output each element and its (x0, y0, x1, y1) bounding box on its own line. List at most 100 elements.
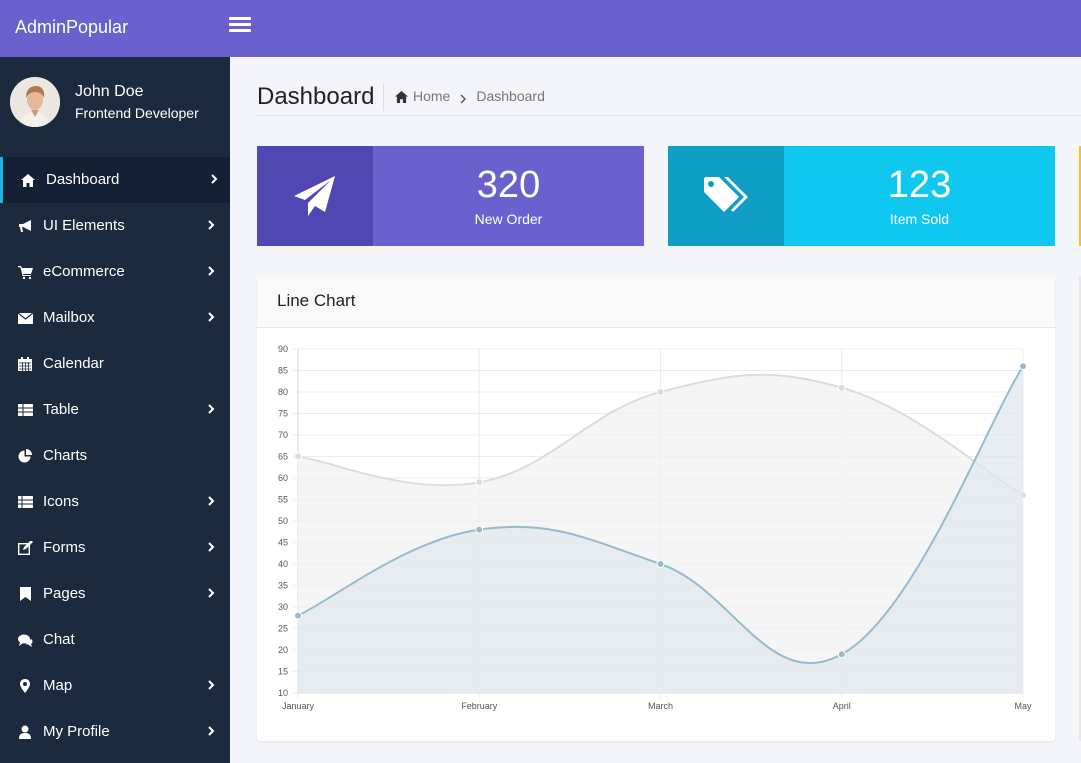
sidebar-item-label: Forms (43, 539, 86, 556)
y-tick-label: 90 (278, 344, 288, 354)
series-point-1 (294, 452, 302, 461)
sidebar-item-chat[interactable]: Chat (0, 617, 230, 663)
avatar[interactable] (10, 77, 60, 127)
chevron-right-icon (206, 494, 216, 508)
breadcrumb-home-link[interactable]: Home (413, 88, 450, 104)
series-point-1 (837, 383, 846, 392)
stat-card-new-order[interactable]: 320 New Order (257, 146, 644, 246)
x-tick-label: January (282, 701, 315, 711)
envelope-icon (17, 310, 33, 326)
sidebar-item-my-profile[interactable]: My Profile (0, 709, 230, 755)
paper-plane-icon (294, 176, 335, 216)
user-profile: John Doe Frontend Developer (0, 57, 230, 157)
sidebar-item-mailbox[interactable]: Mailbox (0, 295, 230, 341)
stat-label: New Order (474, 211, 543, 227)
card-title: Line Chart (277, 291, 356, 310)
sidebar-item-label: Calendar (43, 355, 104, 372)
stat-body: 123 Item Sold (784, 146, 1055, 246)
x-tick-label: May (1014, 701, 1032, 711)
profile-name[interactable]: John Doe (75, 83, 144, 101)
series-point-2 (837, 650, 846, 659)
sidebar-item-map[interactable]: Map (0, 663, 230, 709)
sidebar-menu: Dashboard UI Elements eCommerce Mailbox (0, 157, 230, 755)
y-tick-label: 70 (278, 430, 288, 440)
sidebar-item-label: Mailbox (43, 309, 95, 326)
map-marker-icon (17, 678, 33, 694)
chevron-right-icon (206, 264, 216, 278)
profile-role: Frontend Developer (75, 105, 199, 121)
y-tick-label: 40 (278, 559, 288, 569)
chevron-right-icon (206, 218, 216, 232)
line-chart-card: Line Chart 10 15 20 25 30 35 40 45 50 55 60 65 70 75 8… (257, 276, 1055, 741)
y-tick-label: 30 (278, 602, 288, 612)
chevron-right-icon (206, 402, 216, 416)
sidebar-item-label: Table (43, 401, 79, 418)
y-tick-label: 45 (278, 538, 288, 548)
stat-value: 123 (887, 164, 952, 206)
sidebar-item-dashboard[interactable]: Dashboard (0, 157, 230, 203)
chevron-right-icon (206, 678, 216, 692)
menu-toggle-icon[interactable] (229, 17, 251, 37)
sidebar-item-label: Map (43, 677, 73, 694)
chevron-right-icon (206, 724, 216, 738)
sidebar-item-label: Pages (43, 585, 86, 602)
sidebar-item-table[interactable]: Table (0, 387, 230, 433)
y-tick-label: 50 (278, 516, 288, 526)
y-tick-label: 80 (278, 387, 288, 397)
brand-logo[interactable]: AdminPopular (15, 17, 128, 38)
series-point-1 (475, 478, 484, 487)
y-tick-label: 25 (278, 624, 288, 634)
list-icon (17, 494, 33, 510)
stat-label: Item Sold (889, 211, 950, 227)
home-icon (395, 90, 408, 103)
y-tick-label: 75 (278, 409, 288, 419)
chevron-right-icon (206, 540, 216, 554)
header-divider (257, 115, 1081, 116)
stat-icon-box (668, 146, 784, 246)
comments-icon (17, 632, 33, 648)
sidebar-item-pages[interactable]: Pages (0, 571, 230, 617)
x-tick-label: February (461, 701, 498, 711)
bookmark-icon (17, 586, 33, 602)
top-navbar: AdminPopular (0, 0, 1081, 57)
x-tick-label: March (648, 701, 673, 711)
pie-chart-icon (17, 448, 33, 464)
series-point-2 (656, 560, 665, 568)
sidebar-item-label: Charts (43, 447, 88, 464)
home-icon (20, 172, 36, 188)
chevron-right-icon (206, 586, 216, 600)
sidebar-item-ecommerce[interactable]: eCommerce (0, 249, 230, 295)
breadcrumb: Home Dashboard (395, 88, 545, 104)
sidebar-item-ui-elements[interactable]: UI Elements (0, 203, 230, 249)
chevron-right-icon (209, 172, 219, 186)
chevron-right-icon (206, 310, 216, 324)
y-tick-label: 10 (278, 688, 288, 698)
chevron-right-icon (460, 91, 467, 104)
main-content: Dashboard Home Dashboard 320 New Order 1… (230, 57, 1081, 763)
sidebar-item-label: Dashboard (46, 171, 120, 188)
sidebar-item-label: Chat (43, 631, 75, 648)
sidebar-item-calendar[interactable]: Calendar (0, 341, 230, 387)
title-divider (383, 83, 384, 111)
line-chart: 10 15 20 25 30 35 40 45 50 55 60 65 70 75 80 85 90 Januar… (278, 344, 1032, 711)
breadcrumb-current: Dashboard (476, 88, 545, 104)
card-header: Line Chart (257, 276, 1055, 328)
series-point-2 (294, 611, 302, 620)
bullhorn-icon (17, 218, 33, 234)
sidebar-item-icons[interactable]: Icons (0, 479, 230, 525)
series-point-1 (656, 388, 665, 396)
edit-icon (17, 540, 33, 556)
sidebar-item-label: My Profile (43, 723, 110, 740)
sidebar-item-label: UI Elements (43, 217, 125, 234)
y-tick-label: 35 (278, 581, 288, 591)
series-point-2 (475, 525, 484, 534)
stat-card-item-sold[interactable]: 123 Item Sold (668, 146, 1055, 246)
sidebar-item-charts[interactable]: Charts (0, 433, 230, 479)
tags-icon (704, 177, 748, 212)
stat-value: 320 (476, 164, 541, 206)
stat-icon-box (257, 146, 373, 246)
y-tick-label: 65 (278, 452, 288, 462)
cart-icon (17, 264, 33, 280)
sidebar-item-forms[interactable]: Forms (0, 525, 230, 571)
sidebar: John Doe Frontend Developer Dashboard UI… (0, 57, 230, 763)
